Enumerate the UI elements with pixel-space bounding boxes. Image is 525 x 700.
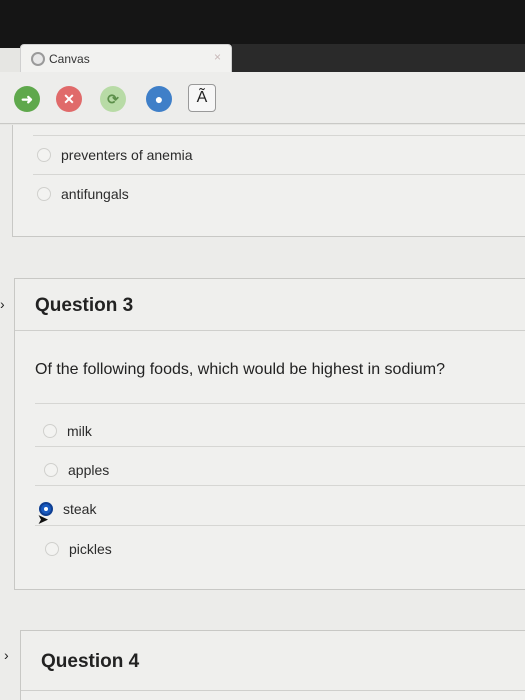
globe-icon[interactable]: ● bbox=[146, 86, 172, 112]
divider bbox=[35, 446, 525, 447]
question-title: Question 4 bbox=[41, 651, 140, 672]
tab-close-icon[interactable]: × bbox=[214, 50, 221, 64]
radio-button[interactable] bbox=[44, 463, 58, 477]
quiz-content: preventers of anemia antifungals › Quest… bbox=[0, 125, 525, 700]
answer-label: pickles bbox=[69, 541, 112, 557]
character-button[interactable]: Ã bbox=[188, 84, 216, 112]
question-title: Question 3 bbox=[35, 295, 134, 316]
radio-button[interactable] bbox=[37, 187, 51, 201]
chevron-right-icon: › bbox=[0, 296, 5, 312]
question-text: Of the following foods, which would be h… bbox=[35, 361, 446, 378]
browser-toolbar: ➜ ✕ ⟳ ● Ã bbox=[0, 72, 525, 124]
answer-option[interactable]: preventers of anemia bbox=[37, 147, 193, 163]
answer-label: antifungals bbox=[61, 186, 129, 202]
canvas-logo-icon bbox=[31, 52, 45, 66]
divider bbox=[33, 174, 525, 175]
divider bbox=[35, 525, 525, 526]
stop-icon[interactable]: ✕ bbox=[56, 86, 82, 112]
browser-top-bar bbox=[0, 0, 525, 48]
answer-label: steak bbox=[63, 501, 97, 517]
tab-title: Canvas bbox=[49, 52, 90, 66]
radio-button[interactable] bbox=[37, 148, 51, 162]
answer-label: preventers of anemia bbox=[61, 147, 193, 163]
previous-question-card: preventers of anemia antifungals bbox=[12, 125, 525, 237]
tabstrip-empty bbox=[232, 44, 525, 72]
question-3-card: Question 3 Of the following foods, which… bbox=[14, 278, 525, 590]
answer-label: apples bbox=[68, 462, 110, 478]
answer-option-apples[interactable]: apples bbox=[44, 462, 109, 478]
radio-button[interactable] bbox=[43, 424, 57, 438]
divider bbox=[35, 403, 525, 404]
answer-label: milk bbox=[67, 423, 92, 439]
radio-button[interactable] bbox=[45, 542, 59, 556]
answer-option-pickles[interactable]: pickles bbox=[45, 541, 112, 557]
browser-tab-canvas[interactable]: Canvas × bbox=[20, 44, 232, 72]
question-header: Question 3 bbox=[15, 279, 525, 331]
answer-option-milk[interactable]: milk bbox=[43, 423, 92, 439]
divider bbox=[35, 485, 525, 486]
answer-option[interactable]: antifungals bbox=[37, 186, 129, 202]
question-4-card: Question 4 bbox=[20, 630, 525, 700]
chevron-right-icon: › bbox=[4, 647, 9, 663]
question-header: Question 4 bbox=[21, 631, 525, 691]
divider bbox=[33, 135, 525, 136]
mouse-pointer-icon: ➤ bbox=[37, 511, 49, 527]
back-arrow-icon[interactable]: ➜ bbox=[14, 86, 40, 112]
reload-icon[interactable]: ⟳ bbox=[100, 86, 126, 112]
